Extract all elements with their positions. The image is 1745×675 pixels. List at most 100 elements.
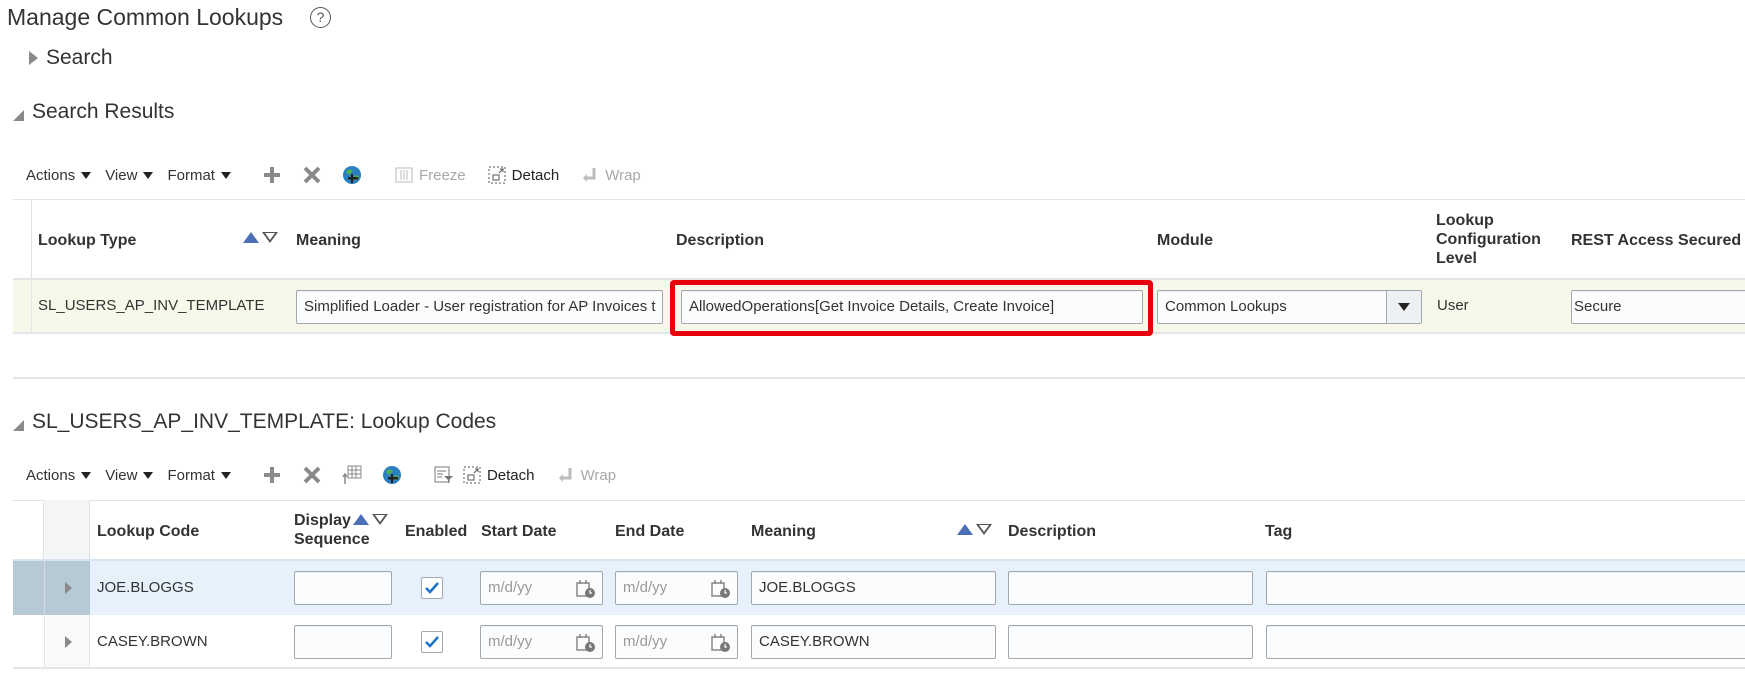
sort-descending-icon[interactable]	[372, 514, 388, 525]
caret-down-icon	[81, 171, 92, 179]
page-title: Manage Common Lookups	[7, 4, 284, 30]
col-enabled[interactable]: Enabled	[405, 522, 467, 541]
format-menu[interactable]: Format	[167, 167, 231, 184]
detach-label: Detach	[486, 466, 535, 484]
meaning-input[interactable]: CASEY.BROWN	[751, 625, 996, 659]
actions-menu-label: Actions	[26, 466, 76, 484]
export-table-icon[interactable]	[341, 464, 363, 486]
section-divider	[13, 377, 1745, 379]
view-menu-label: View	[105, 166, 138, 184]
col-meaning[interactable]: Meaning	[296, 231, 361, 250]
wrap-icon	[583, 168, 596, 182]
end-date-input[interactable]: m/d/yy	[615, 571, 738, 605]
results-toolbar: Actions View Format Freeze Detach Wrap	[26, 164, 663, 186]
lookup-code-value: CASEY.BROWN	[97, 633, 208, 650]
col-config-level-line3: Level	[1436, 250, 1477, 267]
end-date-placeholder: m/d/yy	[623, 579, 668, 596]
caret-down-icon	[220, 471, 231, 479]
sort-ascending-icon[interactable]	[353, 514, 369, 525]
start-date-input[interactable]: m/d/yy	[480, 625, 603, 659]
freeze-label: Freeze	[418, 166, 466, 184]
end-date-placeholder: m/d/yy	[623, 633, 668, 650]
delete-icon[interactable]	[301, 464, 323, 486]
results-table-top-border	[13, 199, 1745, 200]
sort-buttons[interactable]	[243, 232, 278, 243]
wrap-button[interactable]: Wrap	[581, 167, 641, 184]
calendar-icon[interactable]	[711, 579, 731, 599]
detach-button[interactable]: Detach	[463, 466, 535, 484]
wrap-button[interactable]: Wrap	[557, 467, 616, 484]
description-input[interactable]	[1008, 625, 1253, 659]
sort-descending-icon[interactable]	[976, 524, 992, 535]
view-menu[interactable]: View	[105, 166, 154, 184]
add-icon[interactable]	[261, 464, 283, 486]
delete-icon[interactable]	[301, 164, 323, 186]
end-date-input[interactable]: m/d/yy	[615, 625, 738, 659]
results-section-toggle[interactable]: Search Results	[13, 100, 174, 124]
codes-toolbar: Actions View Format Detach Wrap	[26, 464, 638, 486]
calendar-icon[interactable]	[711, 633, 731, 653]
col-description[interactable]: Description	[1008, 522, 1096, 541]
add-icon[interactable]	[261, 164, 283, 186]
sort-ascending-icon[interactable]	[957, 524, 973, 535]
description-input[interactable]: AllowedOperations[Get Invoice Details, C…	[681, 290, 1143, 324]
lookup-code-value: JOE.BLOGGS	[97, 579, 194, 596]
rest-access-input[interactable]: Secure	[1571, 290, 1745, 324]
sort-buttons[interactable]	[957, 524, 992, 535]
dropdown-button[interactable]	[1386, 291, 1421, 323]
description-input[interactable]	[1008, 571, 1253, 605]
table-row[interactable]: SL_USERS_AP_INV_TEMPLATE Simplified Load…	[13, 280, 1745, 336]
col-lookup-code[interactable]: Lookup Code	[97, 522, 199, 541]
detach-button[interactable]: Detach	[488, 166, 559, 184]
row-expand-icon[interactable]	[65, 636, 72, 648]
col-tag[interactable]: Tag	[1265, 522, 1292, 541]
module-select[interactable]: Common Lookups	[1157, 290, 1422, 324]
enabled-checkbox[interactable]	[421, 577, 443, 599]
col-rest-access[interactable]: REST Access Secured	[1571, 231, 1741, 250]
enabled-checkbox[interactable]	[421, 631, 443, 653]
view-menu[interactable]: View	[105, 467, 154, 484]
format-menu-label: Format	[167, 466, 215, 484]
start-date-input[interactable]: m/d/yy	[480, 571, 603, 605]
actions-menu[interactable]: Actions	[26, 166, 92, 184]
row-selector[interactable]	[13, 561, 90, 615]
table-row[interactable]: JOE.BLOGGS m/d/yy m/d/yy JOE.BLOGGS	[13, 561, 1745, 615]
lookup-type-value: SL_USERS_AP_INV_TEMPLATE	[38, 297, 265, 314]
freeze-button[interactable]: Freeze	[395, 167, 466, 184]
col-lookup-type[interactable]: Lookup Type	[38, 231, 136, 250]
actions-menu-label: Actions	[26, 166, 76, 184]
meaning-input[interactable]: JOE.BLOGGS	[751, 571, 996, 605]
sort-descending-icon[interactable]	[262, 232, 278, 243]
tag-input[interactable]	[1266, 625, 1745, 659]
format-menu[interactable]: Format	[167, 467, 231, 484]
display-sequence-input[interactable]	[294, 571, 392, 605]
tag-input[interactable]	[1266, 571, 1745, 605]
freeze-icon	[395, 167, 413, 183]
display-sequence-input[interactable]	[294, 625, 392, 659]
col-meaning[interactable]: Meaning	[751, 522, 816, 541]
col-config-level-line2: Configuration	[1436, 231, 1541, 248]
help-circle-icon[interactable]: ?	[310, 7, 331, 28]
meaning-input[interactable]: Simplified Loader - User registration fo…	[296, 290, 663, 324]
col-description[interactable]: Description	[676, 231, 764, 250]
col-module[interactable]: Module	[1157, 231, 1213, 250]
sort-ascending-icon[interactable]	[243, 232, 259, 243]
start-date-placeholder: m/d/yy	[488, 633, 533, 650]
col-config-level[interactable]: Lookup Configuration Level	[1436, 211, 1541, 268]
calendar-icon[interactable]	[576, 633, 596, 653]
calendar-icon[interactable]	[576, 579, 596, 599]
col-start-date[interactable]: Start Date	[481, 522, 557, 541]
row-expand-icon[interactable]	[65, 582, 72, 594]
web-service-icon[interactable]	[341, 164, 363, 186]
search-section-toggle[interactable]: Search	[29, 46, 113, 70]
col-end-date[interactable]: End Date	[615, 522, 684, 541]
table-row[interactable]: CASEY.BROWN m/d/yy m/d/yy CASEY.BROWN	[13, 615, 1745, 669]
codes-section-toggle[interactable]: SL_USERS_AP_INV_TEMPLATE: Lookup Codes	[13, 410, 496, 434]
codes-table-rowheader-col	[44, 500, 90, 560]
query-by-example-icon[interactable]	[433, 464, 455, 486]
web-service-icon[interactable]	[381, 464, 403, 486]
detach-icon	[463, 466, 481, 484]
search-section-title: Search	[46, 46, 113, 69]
actions-menu[interactable]: Actions	[26, 466, 92, 484]
sort-buttons[interactable]	[353, 514, 388, 525]
